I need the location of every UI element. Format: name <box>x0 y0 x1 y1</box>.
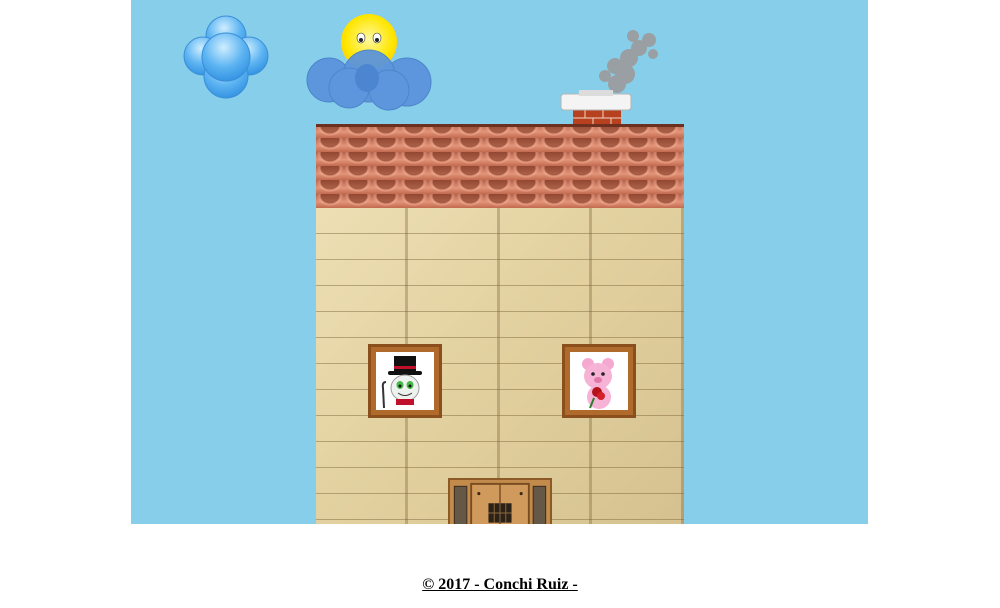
sun-cloud-group <box>306 14 432 111</box>
copyright-link[interactable]: © 2017 - Conchi Ruiz - <box>422 576 578 593</box>
door-icon[interactable] <box>448 478 552 524</box>
cloud-icon <box>183 15 269 99</box>
stone-wall <box>316 208 684 524</box>
scene <box>131 0 868 524</box>
footer: © 2017 - Conchi Ruiz - <box>0 576 1000 594</box>
roof <box>316 124 684 208</box>
window-right[interactable] <box>562 344 636 418</box>
top-hat-ghost-icon <box>381 356 422 409</box>
window-left[interactable] <box>368 344 442 418</box>
pink-bear-icon <box>582 358 614 409</box>
house <box>316 124 684 524</box>
